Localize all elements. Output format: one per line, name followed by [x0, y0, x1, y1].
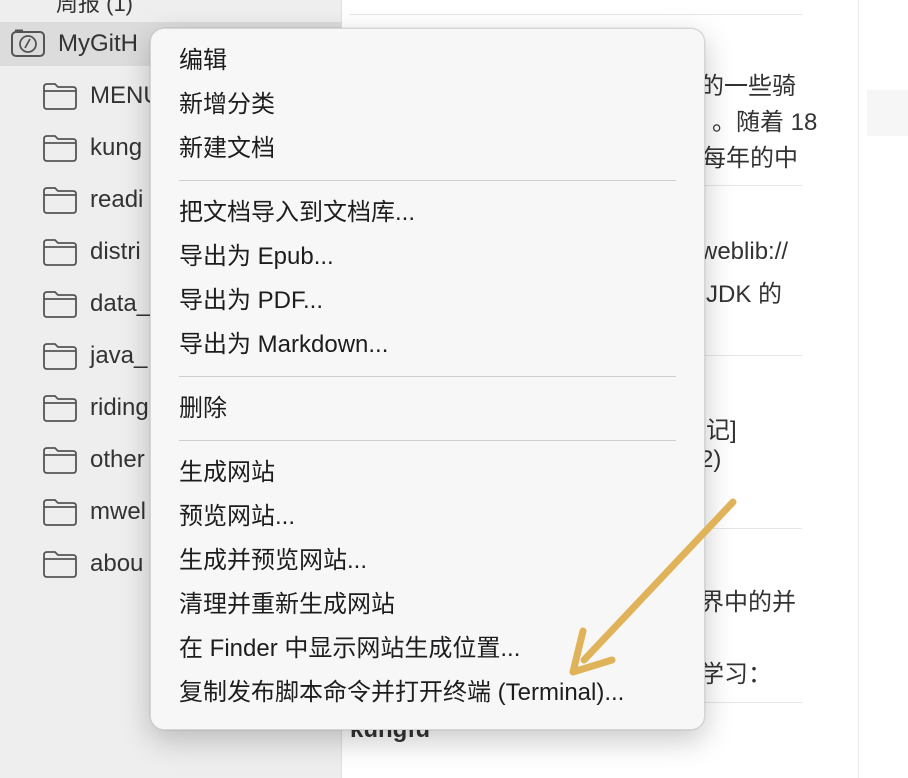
folder-label: distri [90, 238, 141, 265]
doc-snippet[interactable]: 记] [706, 410, 737, 445]
folder-icon [43, 343, 77, 370]
folder-icon [43, 395, 77, 422]
menu-item-generate-site[interactable]: 生成网站 [151, 451, 704, 495]
menu-item-preview-site[interactable]: 预览网站... [151, 495, 704, 539]
doc-snippet[interactable]: 学习： [700, 654, 772, 689]
folder-label: readi [90, 186, 144, 213]
menu-item-export-epub[interactable]: 导出为 Epub... [151, 235, 704, 279]
folder-icon [43, 447, 77, 474]
menu-item-edit[interactable]: 编辑 [151, 39, 704, 83]
menu-item-export-pdf[interactable]: 导出为 PDF... [151, 279, 704, 323]
folder-icon [43, 239, 77, 266]
folder-label: mwel [90, 498, 147, 525]
menu-item-copy-publish-script[interactable]: 复制发布脚本命令并打开终端 (Terminal)... [151, 671, 704, 715]
library-compass-icon [11, 29, 45, 57]
doc-snippet[interactable]: 界中的并 [700, 582, 796, 617]
menu-item-add-category[interactable]: 新增分类 [151, 83, 704, 127]
menu-item-export-markdown[interactable]: 导出为 Markdown... [151, 323, 704, 367]
menu-item-new-document[interactable]: 新建文档 [151, 127, 704, 171]
menu-separator [179, 440, 676, 441]
folder-label: abou [90, 550, 144, 577]
folder-icon [43, 83, 77, 110]
library-label: MyGitH [58, 30, 138, 57]
folder-label: other [90, 446, 145, 473]
menu-item-import-documents[interactable]: 把文档导入到文档库... [151, 191, 704, 235]
folder-icon [43, 135, 77, 162]
folder-icon [43, 551, 77, 578]
doc-snippet[interactable]: 。随着 18 [712, 102, 817, 137]
menu-separator [179, 376, 676, 377]
folder-label: riding [90, 394, 149, 421]
doc-snippet[interactable]: 的一些骑 [700, 66, 796, 101]
folder-icon [43, 187, 77, 214]
doc-snippet[interactable]: JDK 的 [706, 274, 782, 309]
doc-divider [350, 14, 802, 15]
menu-item-clean-regenerate[interactable]: 清理并重新生成网站 [151, 583, 704, 627]
menu-separator [179, 180, 676, 181]
doc-snippet[interactable]: 每年的中 [702, 138, 798, 173]
folder-label: kung [90, 134, 143, 161]
right-pane-edge [858, 0, 908, 778]
folder-icon [43, 499, 77, 526]
folder-label: java_ [90, 342, 148, 369]
menu-item-generate-and-preview[interactable]: 生成并预览网站... [151, 539, 704, 583]
folder-label: data_ [90, 290, 151, 317]
right-pane-highlight [867, 90, 908, 136]
menu-item-delete[interactable]: 删除 [151, 387, 704, 431]
folder-icon [43, 291, 77, 318]
sidebar-item-weekly[interactable]: 周报 (1) [56, 0, 133, 18]
menu-item-show-in-finder[interactable]: 在 Finder 中显示网站生成位置... [151, 627, 704, 671]
context-menu: 编辑 新增分类 新建文档 把文档导入到文档库... 导出为 Epub... 导出… [150, 28, 705, 730]
doc-snippet[interactable]: weblib:// [700, 238, 788, 266]
